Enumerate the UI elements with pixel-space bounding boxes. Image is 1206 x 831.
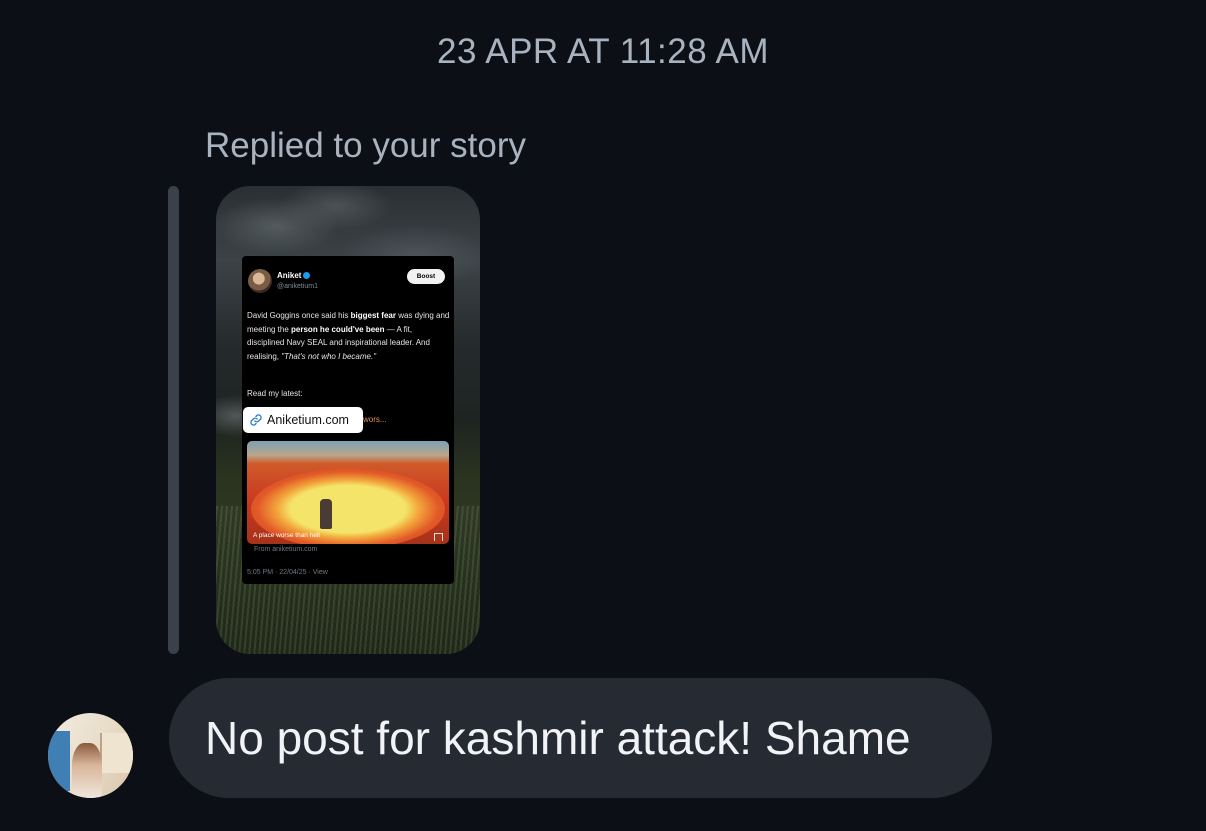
link-sticker[interactable]: Aniketium.com [243, 407, 363, 433]
avatar-photo-sign [100, 733, 133, 773]
reply-indicator-bar [168, 186, 179, 654]
bookmark-icon [434, 533, 443, 541]
post-body-segment: biggest fear [350, 311, 396, 320]
link-sticker-text: Aniketium.com [267, 413, 349, 427]
post-author-avatar [248, 269, 272, 293]
avatar-photo-person [72, 743, 102, 798]
post-link-image: A place worse than hell [247, 441, 449, 544]
boost-button: Boost [407, 269, 445, 284]
post-body: David Goggins once said his biggest fear… [247, 309, 450, 363]
post-link-source: From aniketium.com [254, 546, 318, 553]
standing-figure-image [320, 499, 332, 529]
message-timestamp: 23 APR AT 11:28 AM [437, 32, 769, 71]
post-image-caption: A place worse than hell [253, 532, 320, 539]
post-body-segment: David Goggins once said his [247, 311, 351, 320]
verified-badge-icon [303, 272, 311, 280]
post-body-segment: person he could've been [291, 324, 385, 334]
post-body-segment: "That's not who I became." [281, 351, 377, 361]
post-author-name-text: Aniket [277, 271, 302, 280]
message-bubble[interactable]: No post for kashmir attack! Shame [169, 678, 992, 798]
reply-context-label: Replied to your story [205, 126, 526, 165]
message-text: No post for kashmir attack! Shame [205, 712, 911, 764]
post-read-label: Read my latest: [247, 389, 303, 398]
avatar-photo-door [48, 731, 70, 791]
post-meta: 5:05 PM · 22/04/25 · View [247, 569, 328, 576]
post-more-text: wors... [363, 415, 387, 424]
post-author-name: Aniket [277, 271, 311, 280]
link-icon [250, 414, 262, 426]
sender-avatar[interactable] [48, 713, 133, 798]
post-author-handle: @aniketium1 [277, 283, 318, 290]
